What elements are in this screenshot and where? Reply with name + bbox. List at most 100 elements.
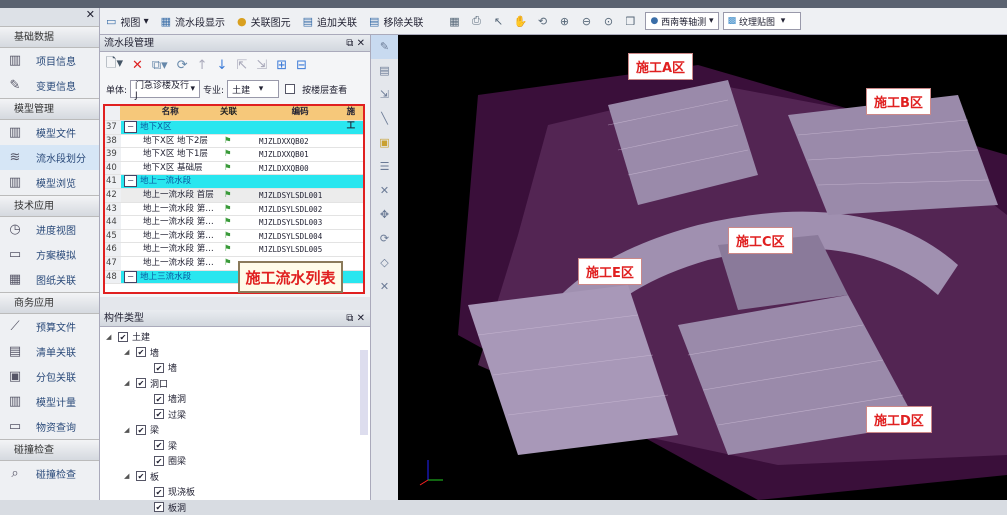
- tree-node[interactable]: ✔圈梁: [100, 453, 370, 469]
- table-row[interactable]: 39地下X区 地下1层⚑MJZLDXXQB01: [105, 148, 363, 162]
- rotate-icon[interactable]: ⟲: [531, 15, 553, 28]
- move-top-icon[interactable]: ⇱: [236, 58, 247, 73]
- sidebar-item[interactable]: ≋流水段划分: [0, 145, 99, 170]
- zoom-out-icon[interactable]: ⊖: [575, 15, 597, 28]
- tree-node[interactable]: ◢✔板: [100, 469, 370, 485]
- tree-node[interactable]: ✔过梁: [100, 407, 370, 423]
- sidebar-group[interactable]: 基础数据: [0, 26, 99, 48]
- select-icon[interactable]: ⇲: [371, 83, 398, 107]
- move-icon[interactable]: ✥: [371, 203, 398, 227]
- table-row[interactable]: 45地上一流水段 第…⚑MJZLDSYLSDL004: [105, 230, 363, 244]
- refresh-icon[interactable]: ⟳: [177, 58, 188, 73]
- sidebar-group[interactable]: 模型管理: [0, 98, 99, 120]
- sidebar-item[interactable]: ▥模型浏览: [0, 170, 99, 195]
- checkbox[interactable]: ✔: [154, 394, 164, 404]
- checkbox[interactable]: ✔: [154, 502, 164, 512]
- panel-pin-close-icon[interactable]: ⧉ ✕: [346, 35, 365, 52]
- sidebar-group[interactable]: 碰撞检查: [0, 439, 99, 461]
- layer-icon[interactable]: ▤: [371, 59, 398, 83]
- checkbox[interactable]: ✔: [136, 425, 146, 435]
- table-row[interactable]: 44地上一流水段 第…⚑MJZLDSYLSDL003: [105, 216, 363, 230]
- sidebar-item[interactable]: ▭物资查询: [0, 414, 99, 439]
- sidebar-group[interactable]: 技术应用: [0, 195, 99, 217]
- zoom-fit-icon[interactable]: ⊙: [597, 15, 619, 28]
- sidebar-item[interactable]: ▭方案模拟: [0, 242, 99, 267]
- checkbox[interactable]: ✔: [136, 347, 146, 357]
- tree-node[interactable]: ✔梁: [100, 438, 370, 454]
- sidebar-item[interactable]: ◷进度视图: [0, 217, 99, 242]
- sidebar-item[interactable]: ⟋预算文件: [0, 314, 99, 339]
- unit-select[interactable]: 门急诊楼及行J▾: [130, 80, 200, 98]
- checkbox[interactable]: ✔: [154, 456, 164, 466]
- sidebar-item[interactable]: ▥模型计量: [0, 389, 99, 414]
- sidebar-item[interactable]: ▤清单关联: [0, 339, 99, 364]
- delete-icon[interactable]: ✕: [132, 58, 143, 73]
- discipline-select[interactable]: 土建 ▾: [227, 80, 279, 98]
- sidebar-item-icon: ▥: [6, 125, 24, 141]
- 3d-viewport[interactable]: 施工A区 施工B区 施工C区 施工E区 施工D区: [398, 35, 1007, 500]
- select-pointer-icon[interactable]: ↖: [487, 15, 509, 28]
- panel-pin-close-icon[interactable]: ⧉ ✕: [346, 310, 365, 327]
- table-row[interactable]: 41−地上一流水段: [105, 175, 363, 189]
- pencil-icon[interactable]: ✎: [371, 35, 398, 59]
- line-icon[interactable]: ╲: [371, 107, 398, 131]
- tree-node[interactable]: ✔墙: [100, 360, 370, 376]
- rotate-icon[interactable]: ⟳: [371, 227, 398, 251]
- link-elements-button[interactable]: ●关联图元: [231, 14, 297, 29]
- grid-icon[interactable]: ▦: [443, 15, 465, 28]
- checkbox[interactable]: ✔: [136, 471, 146, 481]
- cancel-icon[interactable]: ✕: [371, 179, 398, 203]
- table-row[interactable]: 46地上一流水段 第…⚑MJZLDSYLSDL005: [105, 243, 363, 257]
- tree-node[interactable]: ◢✔土建: [100, 329, 370, 345]
- move-bottom-icon[interactable]: ⇲: [256, 58, 267, 73]
- checkbox[interactable]: ✔: [154, 363, 164, 373]
- expand-all-icon[interactable]: ⊞: [276, 58, 287, 73]
- sequence-icon[interactable]: ☰: [371, 155, 398, 179]
- zoom-in-icon[interactable]: ⊕: [553, 15, 575, 28]
- print-icon[interactable]: ⎙: [465, 14, 487, 28]
- sidebar-item[interactable]: ▥项目信息: [0, 48, 99, 73]
- sidebar-item[interactable]: ▦图纸关联: [0, 267, 99, 292]
- collapse-all-icon[interactable]: ⊟: [296, 58, 307, 73]
- tree-node[interactable]: ◢✔梁: [100, 422, 370, 438]
- remove-link-button[interactable]: ▤移除关联: [363, 14, 429, 29]
- tree-node[interactable]: ✔墙洞: [100, 391, 370, 407]
- copy-icon[interactable]: ⧉▾: [152, 58, 168, 73]
- view-mode-select[interactable]: ● 西南等轴测 ▾: [645, 12, 718, 30]
- sidebar-item[interactable]: ▣分包关联: [0, 364, 99, 389]
- tree-node[interactable]: ◢✔洞口: [100, 376, 370, 392]
- move-up-icon[interactable]: ↑: [197, 58, 208, 73]
- tree-node[interactable]: ◢✔墙: [100, 345, 370, 361]
- vertical-scrollbar[interactable]: [360, 350, 368, 435]
- render-mode-select[interactable]: ▩ 纹理贴图 ▾: [723, 12, 801, 30]
- table-row[interactable]: 37−地下X区: [105, 121, 363, 135]
- tree-node[interactable]: ✔现浇板: [100, 484, 370, 500]
- horizontal-scrollbar[interactable]: [100, 297, 370, 310]
- pan-hand-icon[interactable]: ✋: [509, 15, 531, 28]
- table-row[interactable]: 43地上一流水段 第…⚑MJZLDSYLSDL002: [105, 203, 363, 217]
- checkbox[interactable]: ✔: [154, 440, 164, 450]
- box-view-icon[interactable]: ❒: [619, 15, 641, 28]
- sidebar-close-icon[interactable]: ✕: [0, 8, 99, 26]
- table-row[interactable]: 40地下X区 基础层⚑MJZLDXXQB00: [105, 162, 363, 176]
- checkbox[interactable]: ✔: [136, 378, 146, 388]
- flow-display-button[interactable]: ▦流水段显示: [155, 14, 231, 29]
- view-button[interactable]: ▭视图 ▾: [100, 14, 155, 29]
- sidebar-item[interactable]: ▥模型文件: [0, 120, 99, 145]
- table-row[interactable]: 42地上一流水段 首层⚑MJZLDSYLSDL001: [105, 189, 363, 203]
- checkbox[interactable]: ✔: [118, 332, 128, 342]
- box-icon[interactable]: ▣: [371, 131, 398, 155]
- table-row[interactable]: 38地下X区 地下2层⚑MJZLDXXQB02: [105, 135, 363, 149]
- checkbox[interactable]: ✔: [154, 409, 164, 419]
- sidebar-item[interactable]: ✎变更信息: [0, 73, 99, 98]
- sidebar-item[interactable]: ⌕碰撞检查: [0, 461, 99, 486]
- move-down-icon[interactable]: ↓: [217, 58, 228, 73]
- new-icon[interactable]: 🗋▾: [106, 54, 123, 76]
- tree-node[interactable]: ✔板洞: [100, 500, 370, 515]
- floor-view-checkbox[interactable]: [285, 84, 295, 94]
- checkbox[interactable]: ✔: [154, 487, 164, 497]
- scale-icon[interactable]: ◇: [371, 251, 398, 275]
- add-link-button[interactable]: ▤追加关联: [297, 14, 363, 29]
- remove-icon[interactable]: ✕: [371, 275, 398, 299]
- sidebar-group[interactable]: 商务应用: [0, 292, 99, 314]
